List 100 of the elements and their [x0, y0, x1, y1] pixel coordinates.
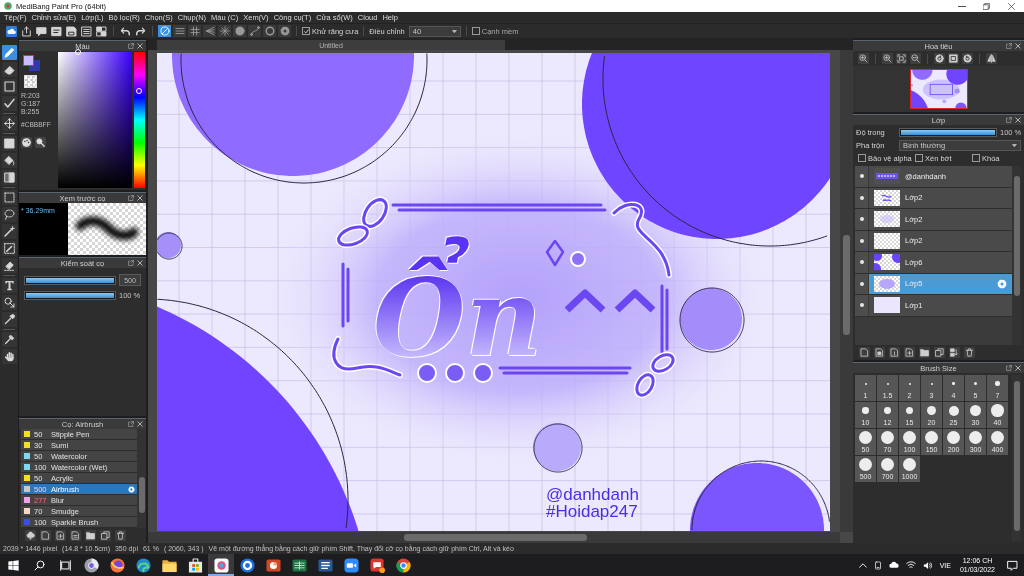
scrollbar-thumb[interactable]	[843, 235, 850, 335]
tool-button[interactable]	[1, 116, 17, 131]
taskbar-app-button[interactable]	[208, 554, 234, 576]
layer-tool-button[interactable]	[889, 347, 900, 358]
scrollbar-thumb[interactable]	[1013, 176, 1020, 296]
scrollbar-thumb[interactable]	[1013, 381, 1020, 531]
search-icon	[33, 559, 45, 571]
snap-button[interactable]	[203, 25, 216, 37]
antialias-checkbox[interactable]	[302, 27, 310, 35]
close-icon[interactable]	[137, 195, 143, 201]
visibility-toggle[interactable]	[855, 187, 869, 208]
layer-option-checkbox[interactable]	[858, 154, 866, 162]
toolbar-button[interactable]	[65, 25, 78, 37]
detach-icon[interactable]	[1006, 43, 1012, 49]
tool-button[interactable]	[1, 278, 17, 293]
navigator-button[interactable]	[962, 53, 973, 64]
soft-edge-checkbox[interactable]	[471, 27, 480, 35]
visibility-toggle[interactable]	[855, 209, 869, 230]
tool-button[interactable]	[1, 170, 17, 185]
tool-button[interactable]	[1, 153, 17, 168]
navigator-button[interactable]	[986, 53, 997, 64]
toolbar-button[interactable]	[95, 25, 108, 37]
layer-tool-button[interactable]	[859, 347, 870, 358]
canvas-thumbnail-drawing[interactable]	[909, 69, 968, 109]
scrollbar-thumb[interactable]	[138, 477, 145, 513]
panel-tool-button[interactable]	[100, 530, 111, 541]
snap-button[interactable]	[233, 25, 246, 37]
navigator-button[interactable]	[948, 53, 959, 64]
tool-button[interactable]	[1, 241, 17, 256]
panel-tool-button[interactable]	[85, 530, 96, 541]
scrollbar-thumb[interactable]	[404, 534, 587, 541]
layer-option-checkbox[interactable]	[972, 154, 980, 162]
navigator-button[interactable]	[882, 53, 893, 64]
saturation-value-field[interactable]	[58, 52, 132, 188]
snap-button[interactable]	[278, 25, 291, 37]
layer-tool-button[interactable]	[874, 347, 885, 358]
navigator-button[interactable]	[896, 53, 907, 64]
visibility-toggle[interactable]	[855, 295, 869, 316]
panel-tool-button[interactable]	[70, 530, 81, 541]
navigator-button[interactable]	[910, 53, 921, 64]
panel-tool-button[interactable]	[40, 530, 51, 541]
redo-button[interactable]	[134, 25, 147, 37]
detach-icon[interactable]	[1006, 365, 1012, 371]
snap-button[interactable]	[248, 25, 261, 37]
color-tool-button[interactable]	[35, 137, 46, 148]
toolbar-button[interactable]	[35, 25, 48, 37]
eraser-icon	[3, 64, 15, 75]
detach-icon[interactable]	[128, 43, 134, 49]
palette-button[interactable]	[21, 137, 32, 148]
tool-button[interactable]	[1, 207, 17, 222]
tool-button[interactable]	[1, 258, 17, 273]
toolbar-button[interactable]	[5, 25, 18, 37]
visibility-toggle[interactable]	[855, 230, 869, 251]
layer-tool-button[interactable]	[934, 347, 945, 358]
tool-button[interactable]	[1, 332, 17, 347]
layer-tool-button[interactable]	[949, 347, 960, 358]
navigator-button[interactable]	[858, 53, 869, 64]
layer-option-checkbox[interactable]	[915, 154, 923, 162]
layer-tool-button[interactable]	[904, 347, 915, 358]
layer-tool-button[interactable]	[964, 347, 975, 358]
detach-icon[interactable]	[128, 421, 134, 427]
panel-tool-button[interactable]	[55, 530, 66, 541]
snap-button[interactable]	[158, 25, 171, 37]
tool-button[interactable]	[1, 96, 17, 111]
panel-tool-button[interactable]	[115, 530, 126, 541]
tool-button[interactable]	[1, 224, 17, 239]
snap-button[interactable]	[263, 25, 276, 37]
tool-button[interactable]	[1, 295, 17, 310]
toolbar-button[interactable]	[50, 25, 63, 37]
snap-button[interactable]	[173, 25, 186, 37]
snap-button[interactable]	[218, 25, 231, 37]
tool-button[interactable]	[1, 62, 17, 77]
dropper-icon	[3, 334, 15, 345]
close-icon[interactable]	[137, 43, 143, 49]
visibility-toggle[interactable]	[855, 166, 869, 187]
close-icon[interactable]	[1015, 43, 1021, 49]
detach-icon[interactable]	[1006, 117, 1012, 123]
detach-icon[interactable]	[128, 195, 134, 201]
visibility-toggle[interactable]	[855, 252, 869, 273]
close-icon[interactable]	[137, 260, 143, 266]
eyedropper-icon	[3, 314, 15, 325]
visibility-toggle[interactable]	[855, 273, 869, 294]
undo-button[interactable]	[119, 25, 132, 37]
tool-button[interactable]	[1, 312, 17, 327]
detach-icon[interactable]	[128, 260, 134, 266]
close-icon[interactable]	[1015, 117, 1021, 123]
tool-button[interactable]	[1, 349, 17, 364]
panel-tool-button[interactable]	[25, 530, 36, 541]
color-swatches-icon[interactable]	[23, 55, 40, 71]
close-icon[interactable]	[137, 421, 143, 427]
layer-tool-button[interactable]	[919, 347, 930, 358]
toolbar-button[interactable]	[20, 25, 33, 37]
close-icon[interactable]	[1015, 365, 1021, 371]
tool-button[interactable]	[1, 45, 17, 60]
snap-button[interactable]	[188, 25, 201, 37]
tool-button[interactable]	[1, 136, 17, 151]
navigator-button[interactable]	[934, 53, 945, 64]
toolbar-button[interactable]	[80, 25, 93, 37]
hue-slider[interactable]	[134, 52, 145, 188]
transparent-swatch[interactable]	[24, 75, 37, 88]
